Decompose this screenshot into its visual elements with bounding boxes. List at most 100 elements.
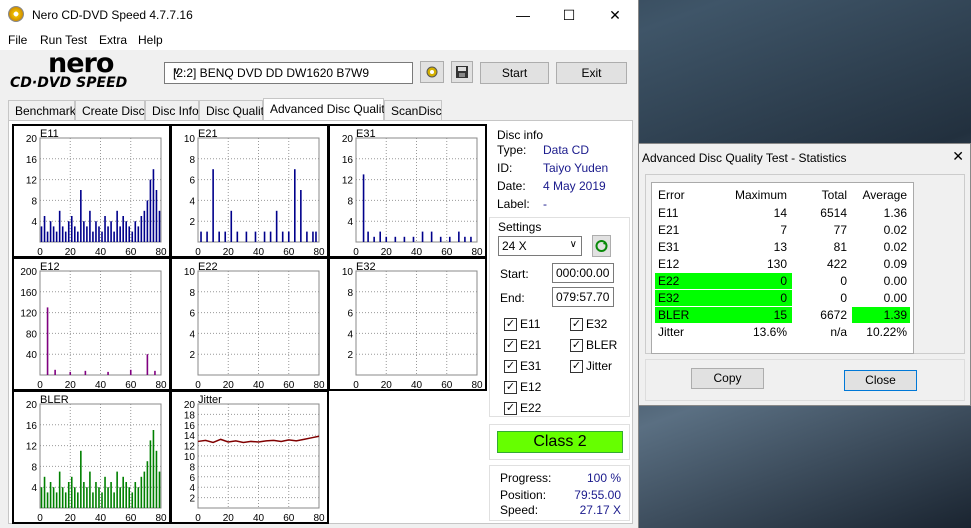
bar bbox=[86, 226, 88, 242]
bler-checkbox-label: BLER bbox=[586, 338, 618, 352]
bar bbox=[43, 216, 46, 242]
refresh-speed-button[interactable] bbox=[592, 235, 611, 257]
chart-e22: 2 4 6 8 10 0 20 40 60 80 E22 bbox=[170, 257, 329, 391]
bar bbox=[158, 210, 161, 242]
bar bbox=[104, 216, 106, 242]
bar bbox=[64, 492, 67, 508]
close-icon[interactable]: ✕ bbox=[952, 148, 964, 165]
bar bbox=[245, 231, 248, 242]
x-tick-label: 20 bbox=[381, 380, 393, 389]
tab-disc-quality[interactable]: Disc Quality bbox=[199, 100, 270, 120]
e31-checkbox[interactable]: ✓ bbox=[504, 360, 517, 373]
menu-file[interactable]: File bbox=[8, 33, 27, 47]
y-tick-label: 8 bbox=[31, 462, 37, 473]
menu-extra[interactable]: Extra bbox=[99, 33, 127, 47]
window-title: Nero CD-DVD Speed 4.7.7.16 bbox=[32, 8, 193, 22]
save-button[interactable] bbox=[451, 61, 473, 83]
bar bbox=[116, 210, 118, 242]
tab-advanced-disc-quality[interactable]: Advanced Disc Quality bbox=[263, 98, 391, 121]
bar bbox=[83, 482, 85, 508]
x-tick-label: 80 bbox=[155, 513, 167, 522]
column-header: Maximum bbox=[734, 188, 787, 202]
bar bbox=[58, 471, 61, 508]
bler-checkbox[interactable]: ✓ bbox=[570, 339, 583, 352]
bar bbox=[110, 221, 112, 242]
menu-run-test[interactable]: Run Test bbox=[40, 33, 87, 47]
error-name: E31 bbox=[658, 240, 680, 254]
x-tick-label: 0 bbox=[195, 247, 201, 256]
stats-close-button[interactable]: Close bbox=[844, 370, 917, 391]
y-tick-label: 2 bbox=[189, 217, 195, 228]
e12-checkbox[interactable]: ✓ bbox=[504, 381, 517, 394]
maximum-value: 7 bbox=[780, 223, 787, 237]
bar bbox=[146, 461, 149, 508]
bar bbox=[146, 354, 149, 375]
logo-cd-dvd-speed-text: CD·DVD SPEED bbox=[10, 75, 128, 91]
x-tick-label: 20 bbox=[65, 380, 77, 389]
bar bbox=[46, 307, 49, 375]
maximum-value: 14 bbox=[773, 206, 787, 220]
progress-value: 100 % bbox=[586, 471, 621, 485]
x-tick-label: 60 bbox=[441, 247, 453, 256]
tab-scandisc[interactable]: ScanDisc bbox=[384, 100, 442, 120]
y-tick-label: 8 bbox=[189, 155, 195, 166]
drive-info-button[interactable] bbox=[420, 61, 444, 83]
y-tick-label: 4 bbox=[31, 483, 37, 494]
e22-checkbox[interactable]: ✓ bbox=[504, 402, 517, 415]
copy-button[interactable]: Copy bbox=[691, 368, 764, 389]
disc-info-group: Disc info Type: Data CD ID: Taiyo Yuden … bbox=[489, 125, 628, 213]
id-value: Taiyo Yuden bbox=[543, 161, 609, 175]
menu-help[interactable]: Help bbox=[138, 33, 163, 47]
total-value: 0 bbox=[840, 274, 847, 288]
class-group: Class 2 bbox=[489, 424, 630, 460]
exit-button[interactable]: Exit bbox=[556, 62, 627, 84]
bar bbox=[98, 226, 100, 242]
e11-checkbox[interactable]: ✓ bbox=[504, 318, 517, 331]
drive-select[interactable]: [2:2] BENQ DVD DD DW1620 B7W9 ∨ bbox=[164, 62, 413, 84]
y-tick-label: 4 bbox=[347, 329, 353, 340]
y-tick-label: 2 bbox=[347, 350, 353, 361]
bar bbox=[46, 231, 49, 242]
bar bbox=[61, 487, 64, 508]
tab-create-disc[interactable]: Create Disc bbox=[75, 100, 145, 120]
y-tick-label: 18 bbox=[184, 410, 196, 421]
bar bbox=[107, 487, 109, 508]
error-name: E12 bbox=[658, 257, 680, 271]
y-tick-label: 20 bbox=[342, 134, 354, 145]
speed-select[interactable]: 24 X ∨ bbox=[498, 236, 582, 256]
minimize-button[interactable]: — bbox=[500, 0, 546, 30]
id-label: ID: bbox=[497, 161, 513, 175]
bar bbox=[98, 487, 100, 508]
e32-checkbox[interactable]: ✓ bbox=[570, 318, 583, 331]
y-tick-label: 10 bbox=[184, 452, 196, 463]
jitter-checkbox[interactable]: ✓ bbox=[570, 360, 583, 373]
statistics-window: Advanced Disc Quality Test - Statistics … bbox=[638, 143, 971, 406]
start-field[interactable]: 000:00.00 bbox=[552, 263, 614, 283]
total-value: 81 bbox=[833, 240, 847, 254]
bar bbox=[49, 482, 52, 508]
start-label: Start: bbox=[500, 267, 529, 281]
bar bbox=[212, 169, 214, 242]
x-tick-label: 20 bbox=[223, 380, 235, 389]
close-button[interactable]: ✕ bbox=[592, 0, 638, 30]
x-tick-label: 80 bbox=[313, 247, 325, 256]
bar bbox=[80, 450, 82, 508]
bar bbox=[149, 179, 152, 242]
bar bbox=[122, 476, 124, 508]
end-field[interactable]: 079:57.70 bbox=[552, 287, 614, 307]
total-value: n/a bbox=[830, 325, 847, 339]
e21-checkbox[interactable]: ✓ bbox=[504, 339, 517, 352]
error-name: Jitter bbox=[658, 325, 685, 339]
bar bbox=[101, 492, 103, 508]
position-label: Position: bbox=[500, 488, 547, 502]
bar bbox=[140, 476, 143, 508]
start-button[interactable]: Start bbox=[480, 62, 549, 84]
tab-disc-info[interactable]: Disc Info bbox=[145, 100, 199, 120]
label-value: - bbox=[543, 197, 547, 211]
x-tick-label: 0 bbox=[353, 247, 359, 256]
maximize-button[interactable]: ☐ bbox=[546, 0, 592, 30]
y-tick-label: 8 bbox=[31, 196, 37, 207]
tab-benchmark[interactable]: Benchmark bbox=[8, 100, 76, 120]
bar bbox=[430, 231, 433, 242]
bar bbox=[69, 371, 72, 375]
